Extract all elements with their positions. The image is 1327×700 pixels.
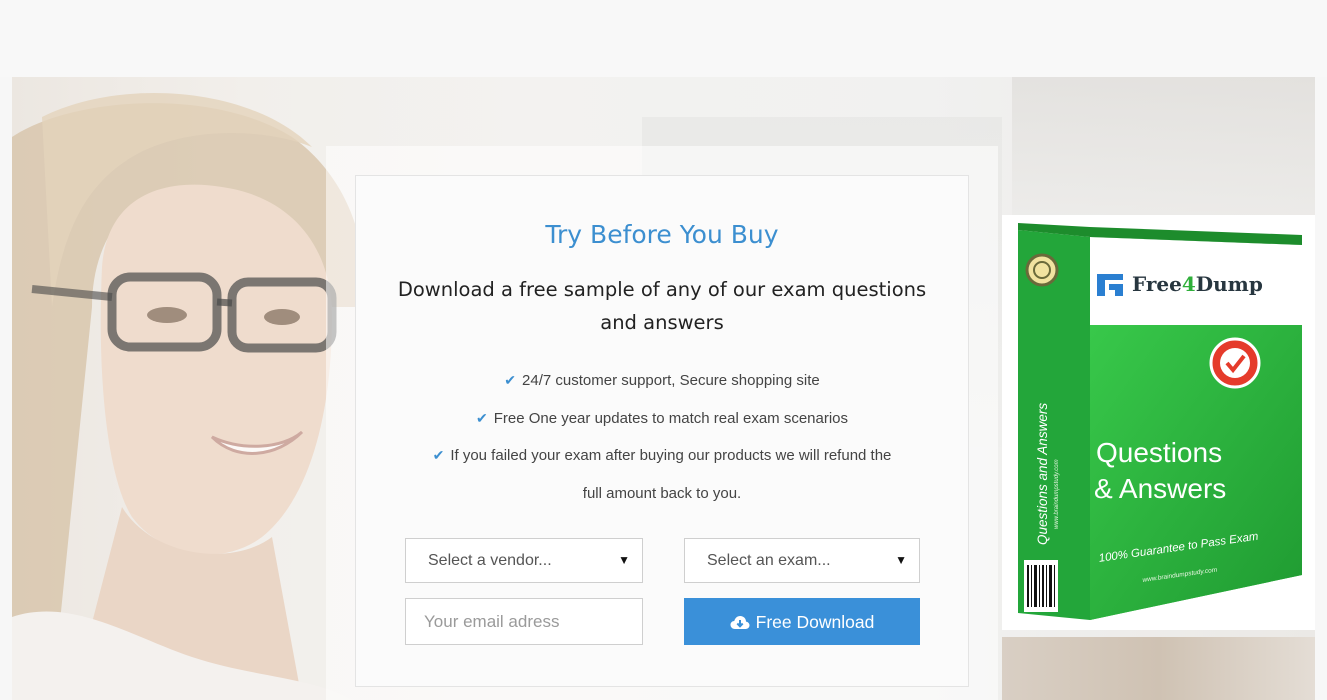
- list-item: ✔ 24/7 customer support, Secure shopping …: [504, 372, 820, 389]
- email-field[interactable]: [405, 598, 643, 645]
- list-item: full amount back to you.: [582, 484, 742, 502]
- check-icon: ✔: [504, 372, 517, 388]
- list-item: ✔ If you failed your exam after buying ou…: [432, 447, 892, 464]
- check-icon: ✔: [475, 409, 488, 426]
- vendor-select[interactable]: Select a vendor... ▼: [405, 538, 643, 583]
- caret-down-icon: ▼: [895, 553, 907, 567]
- feature-list: ✔ 24/7 customer support, Secure shopping …: [370, 362, 954, 512]
- page-title: Try Before You Buy: [545, 220, 779, 249]
- brand-name: Free4Dump: [1132, 272, 1263, 296]
- box-title-line-1: Questions: [1096, 437, 1223, 468]
- list-item: ✔ Free One year updates to match real exa…: [475, 409, 849, 427]
- caret-down-icon: ▼: [618, 553, 630, 567]
- background-blur: [1002, 637, 1315, 700]
- logo-icon: [1097, 274, 1123, 296]
- page-subtitle: Download a free sample of any of our exa…: [397, 278, 927, 334]
- background-shelf: [1012, 77, 1315, 217]
- check-icon: ✔: [432, 447, 445, 463]
- box-title-line-2: & Answers: [1094, 473, 1227, 504]
- exam-select[interactable]: Select an exam... ▼: [684, 538, 920, 583]
- box-side-url: www.braindumpstudy.com: [1054, 459, 1060, 529]
- box-side-text: Questions and Answers: [1035, 402, 1050, 545]
- exam-select-value: Select an exam...: [707, 552, 831, 569]
- free-download-label: Free Download: [755, 612, 875, 632]
- vendor-select-value: Select a vendor...: [428, 552, 552, 569]
- top-band: [0, 0, 1327, 77]
- product-box-image: Free4Dump Questions and Answers www.brai…: [1002, 215, 1315, 630]
- free-download-button[interactable]: Free Download: [684, 598, 920, 645]
- cloud-download-icon: [730, 616, 750, 629]
